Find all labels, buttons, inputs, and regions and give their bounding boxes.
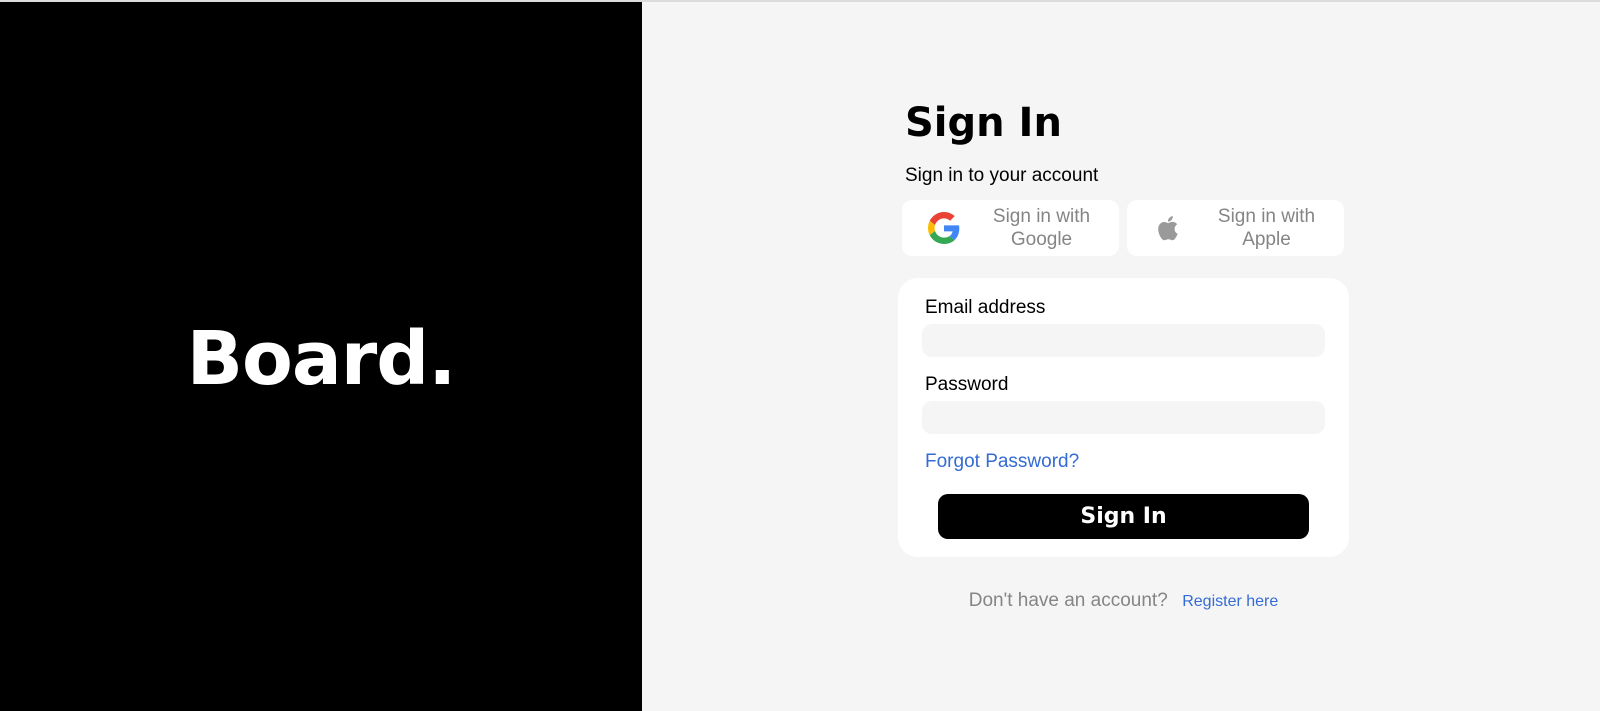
google-signin-button[interactable]: Sign in with Google (902, 200, 1119, 256)
register-link[interactable]: Register here (1182, 593, 1278, 610)
google-signin-label: Sign in with Google (992, 206, 1091, 250)
password-label: Password (925, 374, 1009, 395)
email-label: Email address (925, 297, 1046, 318)
password-field[interactable] (922, 401, 1325, 434)
brand-panel: Board. (0, 2, 642, 711)
apple-logo-icon (1153, 212, 1185, 244)
register-prompt: Don't have an account? (968, 590, 1168, 611)
page-title: Sign In (905, 100, 1062, 146)
apple-signin-label: Sign in with Apple (1217, 206, 1316, 250)
brand-logo: Board. (186, 316, 457, 402)
signin-page: Board. Sign In Sign in to your account S… (0, 0, 1600, 711)
forgot-password-link[interactable]: Forgot Password? (925, 450, 1079, 474)
signin-form-card: Email address Password Forgot Password? … (898, 278, 1349, 557)
apple-signin-button[interactable]: Sign in with Apple (1127, 200, 1344, 256)
google-g-icon (928, 212, 960, 244)
register-row: Don't have an account? Register here (898, 588, 1349, 615)
email-field[interactable] (922, 324, 1325, 357)
signin-submit-button[interactable]: Sign In (938, 494, 1309, 539)
page-subtitle: Sign in to your account (905, 165, 1099, 186)
